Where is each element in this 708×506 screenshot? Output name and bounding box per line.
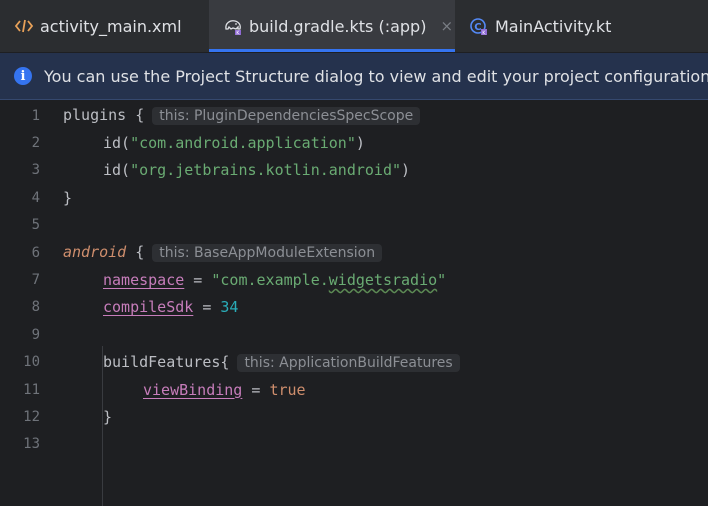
line-number: 2 [31,135,40,152]
code-line-3: 3 id("org.jetbrains.kotlin.android") [0,157,708,184]
string-literal: "org.jetbrains.kotlin.android" [130,161,402,180]
close-icon[interactable]: × [440,17,453,35]
line-number: 10 [23,354,40,371]
tab-label: activity_main.xml [40,16,182,36]
line-number: 12 [23,408,40,425]
line-number: 13 [23,436,40,453]
code-line-9: 9 [0,321,708,348]
code-text: { [126,243,145,262]
inlay-hint[interactable]: this: PluginDependenciesSpecScope [152,107,421,126]
tab-build-gradle-kts[interactable]: K build.gradle.kts (:app) × [209,0,455,52]
code-line-11: 11 viewBinding = true [0,376,708,403]
operator: = [184,271,212,290]
typo-warning: widgetsradio [328,271,438,290]
code-text: id( [103,161,131,180]
inlay-hint[interactable]: this: ApplicationBuildFeatures [237,353,460,372]
code-text: } [103,407,113,426]
boolean-literal: true [269,380,306,399]
tab-label: MainActivity.kt [495,16,612,36]
code-line-4: 4 } [0,184,708,211]
code-text: ) [355,134,365,153]
code-line-12: 12 } [0,403,708,430]
operator: = [242,380,270,399]
code-text: plugins { [63,106,145,125]
project-structure-banner[interactable]: i You can use the Project Structure dial… [0,53,708,100]
xml-icon [14,19,34,33]
line-number: 11 [23,381,40,398]
tab-activity-main-xml[interactable]: activity_main.xml [0,0,209,52]
line-number: 7 [31,272,40,289]
line-number: 8 [31,299,40,316]
line-number: 9 [31,326,40,343]
code-line-8: 8 compileSdk = 34 [0,294,708,321]
kotlin-class-icon: C K [470,18,487,36]
property-name: viewBinding [143,380,243,399]
string-literal: "com.android.application" [130,134,356,153]
code-line-1: 1 plugins { this: PluginDependenciesSpecS… [0,102,708,129]
line-number: 5 [31,217,40,234]
android-block-keyword: android [63,243,127,262]
editor-tab-bar: activity_main.xml K build.gradle.kts (:a… [0,0,708,53]
banner-text: You can use the Project Structure dialog… [44,66,708,86]
code-line-5: 5 [0,212,708,239]
inlay-hint[interactable]: this: BaseAppModuleExtension [152,244,383,263]
code-line-6: 6 android { this: BaseAppModuleExtension [0,239,708,266]
line-number: 1 [31,107,40,124]
property-name: compileSdk [103,298,194,317]
info-icon: i [14,67,32,85]
tab-label: build.gradle.kts (:app) [249,16,427,36]
code-line-2: 2 id("com.android.application") [0,129,708,156]
line-number: 3 [31,162,40,179]
code-text: ) [401,161,411,180]
tab-main-activity-kt[interactable]: C K MainActivity.kt [455,0,625,52]
svg-text:C: C [474,22,481,33]
line-number: 4 [31,189,40,206]
code-editor[interactable]: 1 plugins { this: PluginDependenciesSpecS… [0,102,708,506]
property-name: namespace [103,271,185,290]
code-line-7: 7 namespace = "com.example.widgetsradio" [0,266,708,293]
string-literal: " [437,271,447,290]
line-number: 6 [31,244,40,261]
operator: = [193,298,221,317]
code-line-10: 10 buildFeatures{ this: ApplicationBuildF… [0,349,708,376]
code-text: } [63,188,73,207]
code-text: id( [103,134,131,153]
code-line-13: 13 [0,431,708,458]
number-literal: 34 [220,298,239,317]
code-text: buildFeatures{ [103,352,230,371]
gradle-elephant-icon: K [225,20,241,36]
string-literal: "com.example. [211,271,329,290]
